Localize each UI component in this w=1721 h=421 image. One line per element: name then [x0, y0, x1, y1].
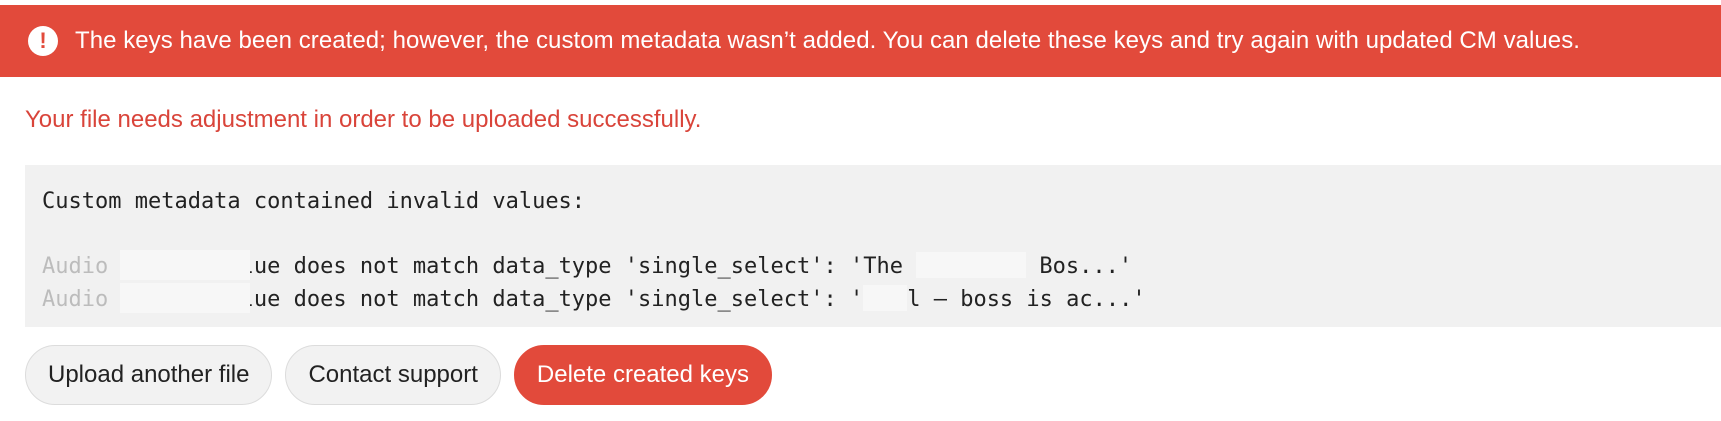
action-buttons: Upload another file Contact support Dele…: [25, 345, 773, 405]
contact-support-button[interactable]: Contact support: [285, 345, 501, 405]
delete-created-keys-button[interactable]: Delete created keys: [513, 345, 773, 405]
error-title: Your file needs adjustment in order to b…: [25, 106, 702, 133]
line-message: : value does not match data_type 'single…: [187, 287, 864, 312]
upload-another-file-button[interactable]: Upload another file: [25, 345, 273, 405]
line-suffix: l – boss is ac...': [907, 287, 1146, 312]
error-banner: ! The keys have been created; however, t…: [0, 5, 1721, 77]
error-details-code-block: Custom metadata contained invalid values…: [25, 165, 1721, 327]
redacted-field: [120, 283, 250, 313]
redacted-value: [863, 285, 908, 311]
exclamation-circle-icon: !: [28, 26, 58, 56]
banner-message: The keys have been created; however, the…: [75, 27, 1580, 54]
line-message: : value does not match data_type 'single…: [187, 254, 917, 279]
code-line: Audio State: value does not match data_t…: [42, 250, 1721, 283]
redacted-value: [916, 252, 1027, 278]
code-line: Audio State: value does not match data_t…: [42, 283, 1721, 316]
redacted-field: [120, 250, 250, 280]
line-suffix: Bos...': [1026, 254, 1133, 279]
code-header: Custom metadata contained invalid values…: [42, 189, 586, 214]
